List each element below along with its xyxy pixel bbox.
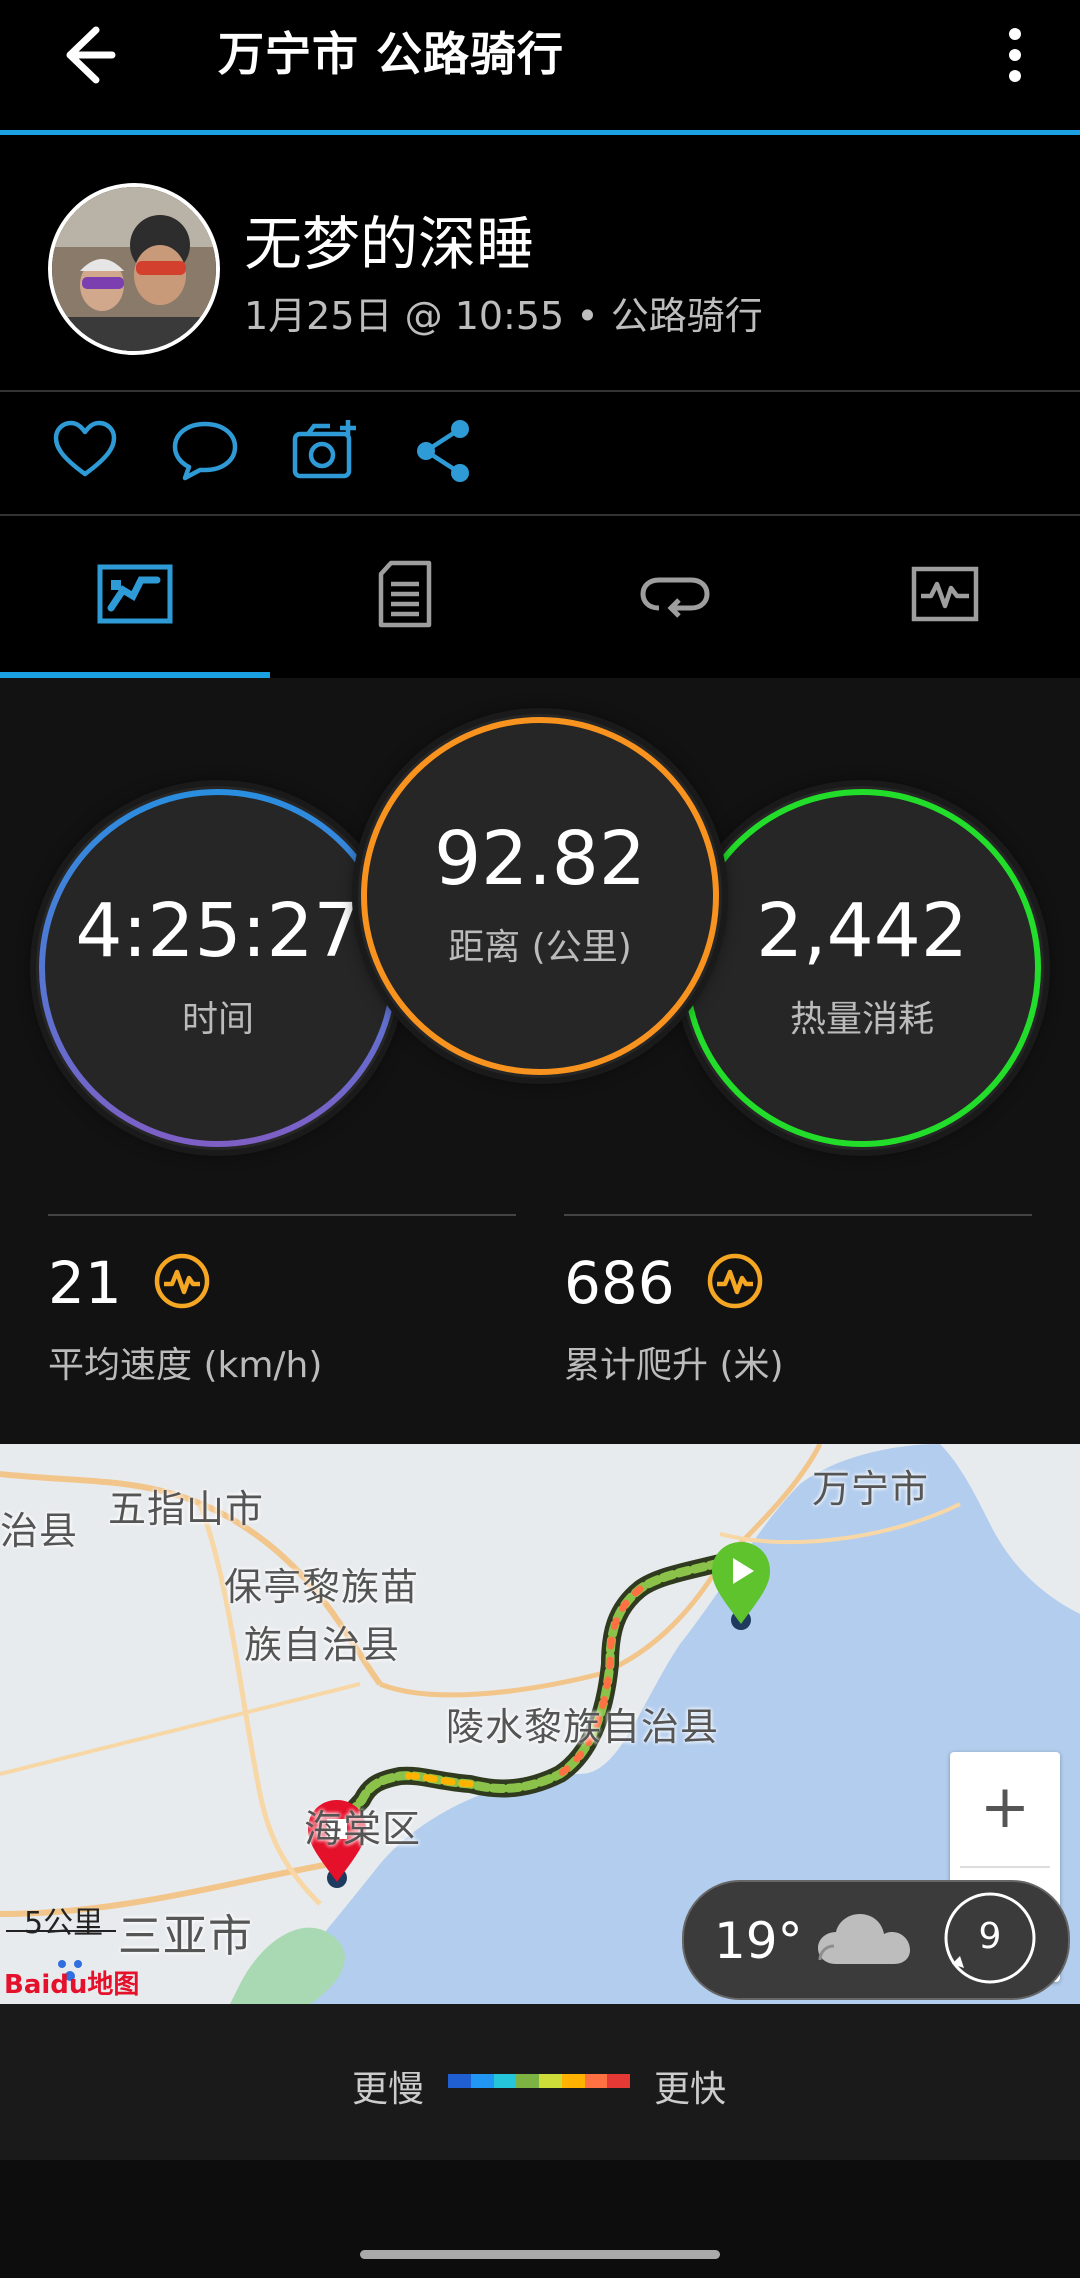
- calories-circle: 2,442 热量消耗: [680, 786, 1044, 1150]
- stats-icon: [97, 564, 173, 628]
- map-label-baoting-1: 保亭黎族苗: [224, 1565, 420, 1609]
- zoom-in-button[interactable]: +: [950, 1752, 1060, 1862]
- legend-color: [561, 2074, 585, 2088]
- ascent-label: 累计爬升 (米): [564, 1345, 784, 1386]
- legend-color: [607, 2074, 630, 2088]
- bottom-spacer: [0, 2160, 1080, 2278]
- weather-widget[interactable]: 19° 9: [682, 1880, 1070, 2000]
- map-label-district: 海棠区: [304, 1807, 422, 1851]
- time-ring-icon: [39, 789, 397, 1147]
- legend-color: [516, 2074, 539, 2088]
- home-indicator[interactable]: [360, 2250, 720, 2259]
- ascent-metric[interactable]: 686 累计爬升 (米): [564, 1252, 784, 1388]
- map-label-wuzhishan: 五指山市: [108, 1487, 265, 1531]
- legend-color: [493, 2074, 517, 2088]
- activity-owner: 无梦的深睡 1月25日 @ 10:55 • 公路骑行: [0, 135, 1080, 391]
- legend-slow-label: 更慢: [352, 2069, 425, 2110]
- page-title: 万宁市 公路骑行: [218, 27, 565, 81]
- like-icon[interactable]: [50, 416, 120, 486]
- details-icon: [377, 560, 433, 632]
- divider: [48, 1214, 516, 1216]
- avg-speed-label: 平均速度 (km/h): [48, 1345, 323, 1386]
- wind-indicator: 9: [942, 1890, 1038, 1986]
- time-circle: 4:25:27 时间: [36, 786, 400, 1150]
- tab-charts[interactable]: [810, 516, 1080, 676]
- wind-speed: 9: [978, 1916, 1002, 1957]
- legend-color: [448, 2074, 471, 2088]
- charts-icon: [911, 566, 979, 626]
- weather-temperature: 19°: [714, 1912, 803, 1970]
- tab-bar: [0, 516, 1080, 676]
- tab-laps[interactable]: [540, 516, 810, 676]
- activity-date-type: 1月25日 @ 10:55 • 公路骑行: [244, 294, 763, 338]
- laps-icon: [639, 568, 711, 624]
- distance-circle: 92.82 距离 (公里): [358, 714, 722, 1078]
- divider: [0, 390, 1080, 392]
- calories-ring-icon: [683, 789, 1041, 1147]
- ascent-value: 686: [564, 1249, 675, 1317]
- avg-speed-value: 21: [48, 1249, 122, 1317]
- top-app-bar: 万宁市 公路骑行: [0, 0, 1080, 132]
- map-label-lingshui: 陵水黎族自治县: [446, 1705, 720, 1749]
- map-label-county: 治县: [0, 1509, 79, 1553]
- map-label-wanning: 万宁市: [812, 1467, 930, 1511]
- divider: [564, 1214, 1032, 1216]
- more-options-icon[interactable]: [990, 20, 1040, 90]
- stats-panel: 4:25:27 时间 2,442 热量消耗 92.82 距离 (公里) 21 平…: [0, 678, 1080, 1444]
- action-bar: [0, 394, 1080, 514]
- legend-color: [470, 2074, 494, 2088]
- cloud-icon: [814, 1910, 914, 1974]
- tab-details[interactable]: [270, 516, 540, 676]
- map-label-sanya: 三亚市: [118, 1911, 253, 1962]
- start-pin-icon[interactable]: [710, 1540, 772, 1636]
- scale-label: 5公里: [24, 1906, 104, 1941]
- divider: [960, 1866, 1050, 1868]
- avatar[interactable]: [48, 183, 220, 355]
- legend-color: [539, 2074, 562, 2088]
- user-name[interactable]: 无梦的深睡: [244, 197, 534, 281]
- avg-speed-metric[interactable]: 21 平均速度 (km/h): [48, 1252, 322, 1388]
- baidu-logo: Baidu地图: [4, 1970, 140, 2000]
- tab-stats[interactable]: [0, 516, 270, 676]
- activity-chart-badge-icon: [153, 1252, 211, 1314]
- share-icon[interactable]: [410, 416, 480, 486]
- legend-color: [584, 2074, 608, 2088]
- distance-ring-icon: [361, 717, 719, 1075]
- legend-fast-label: 更快: [654, 2069, 727, 2110]
- activity-chart-badge-icon: [706, 1252, 764, 1314]
- add-photo-icon[interactable]: [290, 416, 360, 486]
- map-label-baoting-2: 族自治县: [244, 1623, 401, 1667]
- comment-icon[interactable]: [170, 416, 240, 486]
- speed-legend: 更慢 更快: [0, 2004, 1080, 2160]
- back-arrow-icon[interactable]: [50, 20, 120, 90]
- legend-gradient-bar: [448, 2074, 630, 2088]
